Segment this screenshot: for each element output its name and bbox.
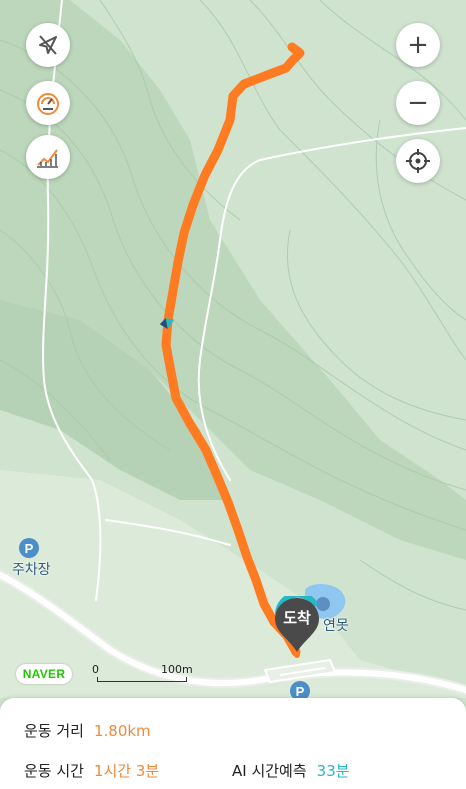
zoom-out-button[interactable]: − [396, 81, 440, 125]
parking-icon: P [19, 538, 39, 558]
destination-label: 도착 [283, 609, 311, 627]
time-value: 1시간 3분 [93, 762, 160, 780]
destination-pin[interactable]: 도착 [272, 591, 322, 658]
distance-row: 운동 거리 1.80km [24, 720, 151, 741]
speed-button[interactable] [26, 81, 70, 125]
no-location-icon [39, 35, 57, 55]
stats-sheet: 운동 거리 1.80km 운동 시간 1시간 3분 AI 시간예측 33분 [0, 698, 466, 789]
distance-label: 운동 거리 [24, 722, 84, 740]
time-label: 운동 시간 [24, 762, 84, 780]
zoom-in-button[interactable]: + [396, 23, 440, 67]
scale-distance: 100m [161, 663, 193, 676]
scale-zero: 0 [92, 663, 99, 676]
speedometer-icon [37, 93, 59, 115]
time-row: 운동 시간 1시간 3분 [24, 760, 159, 781]
svg-text:P: P [25, 541, 34, 556]
pond-label: 연못 [323, 618, 349, 634]
elevation-button[interactable] [26, 135, 70, 179]
svg-text:P: P [296, 684, 305, 699]
ai-value: 33분 [316, 762, 350, 780]
scale-bar [97, 677, 187, 682]
naver-logo[interactable]: NAVER [16, 664, 72, 684]
zoom-in-icon: + [407, 30, 429, 60]
locate-button[interactable] [396, 139, 440, 183]
locate-icon [406, 149, 430, 173]
elevation-icon [37, 149, 58, 168]
distance-value: 1.80km [93, 722, 151, 740]
map-scale: 0 100m [92, 663, 193, 683]
no-location-button[interactable] [26, 23, 70, 67]
parking-label: 주차장 [12, 562, 51, 578]
zoom-out-icon: − [407, 88, 429, 118]
ai-label: AI 시간예측 [232, 762, 307, 780]
ai-row: AI 시간예측 33분 [232, 760, 350, 781]
